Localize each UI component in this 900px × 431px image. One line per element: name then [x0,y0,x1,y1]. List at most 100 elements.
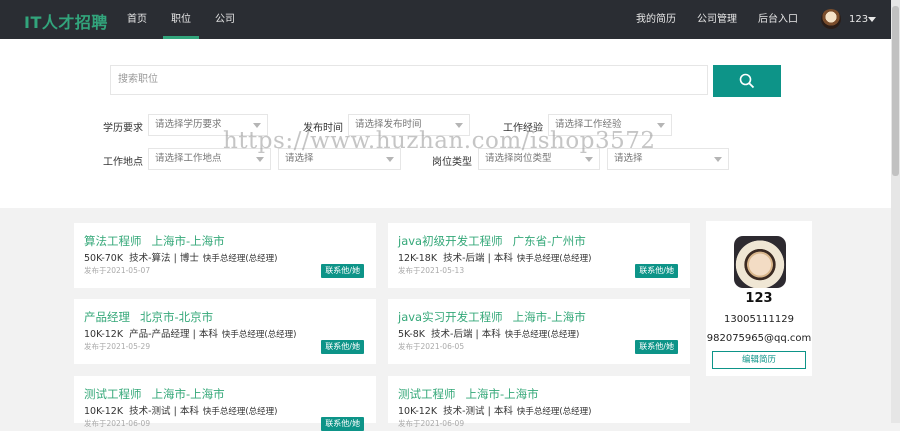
job-category: 技术-后端 [443,253,485,264]
job-salary: 5K-8K [398,329,425,340]
profile-name: 123 [745,291,773,306]
profile-email: 982075965@qq.com [706,333,812,344]
job-card[interactable]: java初级开发工程师 广东省-广州市 12K-18K 技术-后端 | 本科 快手总… [388,223,690,288]
search-icon [739,73,755,89]
filter-location-select[interactable]: 请选择工作地点 [148,148,271,170]
filter-location-sub-placeholder: 请选择 [285,153,314,164]
job-title-text: 产品经理 [84,310,130,324]
contact-button[interactable]: 联系他/她 [635,264,678,278]
job-company: 快手总经理(总经理) [202,407,278,417]
job-date: 发布于2021-06-09 [398,419,465,428]
page: IT人才招聘 首页 职位 公司 我的简历 公司管理 后台入口 123 搜索职位 … [0,0,891,431]
job-category: 技术-测试 [129,406,171,417]
nav-companies[interactable]: 公司 [215,0,235,39]
filter-job-type-label: 岗位类型 [432,157,472,168]
job-location: 上海市-上海市 [151,234,225,248]
job-location: 广东省-广州市 [512,234,586,248]
job-education: 本科 [493,253,513,264]
job-location: 上海市-上海市 [465,387,539,401]
job-title[interactable]: 产品经理 北京市-北京市 [84,309,213,325]
profile-phone: 13005111129 [724,314,794,325]
job-salary: 50K-70K [84,253,124,264]
filter-publish-time-select[interactable]: 请选择发布时间 [348,114,470,136]
job-education: 本科 [198,329,218,340]
filter-job-type-placeholder: 请选择岗位类型 [485,153,552,164]
job-title-text: 算法工程师 [84,234,142,248]
nav-admin-entry[interactable]: 后台入口 [758,0,798,39]
search-button[interactable] [713,65,781,97]
job-meta: 10K-12K 技术-测试 | 本科 快手总经理(总经理) [398,406,592,417]
job-card[interactable]: 产品经理 北京市-北京市 10K-12K 产品-产品经理 | 本科 快手总经理(总经… [74,299,376,364]
job-title-text: java实习开发工程师 [398,310,503,324]
job-card[interactable]: 测试工程师 上海市-上海市 10K-12K 技术-测试 | 本科 快手总经理(总经理… [74,376,376,431]
job-card[interactable]: 算法工程师 上海市-上海市 50K-70K 技术-算法 | 博士 快手总经理(总经理… [74,223,376,288]
search-panel: 搜索职位 学历要求 请选择学历要求 发布时间 请选择发布时间 工作经验 请选择工… [0,39,891,208]
edit-resume-button[interactable]: 编辑简历 [712,351,806,369]
filter-education-select[interactable]: 请选择学历要求 [148,114,268,136]
job-education: 本科 [179,406,199,417]
filter-location-label: 工作地点 [103,157,143,168]
job-card[interactable]: java实习开发工程师 上海市-上海市 5K-8K 技术-后端 | 本科 快手总经理… [388,299,690,364]
job-company: 快手总经理(总经理) [516,407,592,417]
job-company: 快手总经理(总经理) [504,330,580,340]
nav-my-resume[interactable]: 我的简历 [636,0,676,39]
filter-education-label: 学历要求 [103,123,143,134]
contact-button[interactable]: 联系他/她 [321,340,364,354]
contact-button[interactable]: 联系他/她 [321,417,364,431]
nav-company-manage[interactable]: 公司管理 [697,0,737,39]
job-category: 技术-后端 [431,329,473,340]
contact-button[interactable]: 联系他/她 [321,264,364,278]
user-name[interactable]: 123 [849,0,868,39]
job-title-text: java初级开发工程师 [398,234,503,248]
search-input[interactable]: 搜索职位 [110,65,708,95]
job-date: 发布于2021-06-09 [84,419,151,428]
chevron-down-icon[interactable] [868,17,876,22]
contact-button[interactable]: 联系他/她 [635,340,678,354]
job-meta: 5K-8K 技术-后端 | 本科 快手总经理(总经理) [398,329,580,340]
chevron-down-icon [253,123,261,128]
nav-jobs[interactable]: 职位 [163,0,199,39]
filter-location-sub-select[interactable]: 请选择 [278,148,401,170]
job-education: 博士 [179,253,199,264]
job-salary: 10K-12K [84,406,124,417]
job-date: 发布于2021-05-29 [84,342,151,351]
job-education: 本科 [481,329,501,340]
job-category: 技术-算法 [129,253,171,264]
job-company: 快手总经理(总经理) [202,254,278,264]
job-category: 产品-产品经理 [129,329,190,340]
job-salary: 10K-12K [84,329,124,340]
job-card[interactable]: 测试工程师 上海市-上海市 10K-12K 技术-测试 | 本科 快手总经理(总经理… [388,376,690,428]
site-logo[interactable]: IT人才招聘 [24,9,108,33]
job-title-text: 测试工程师 [84,387,142,401]
filter-job-type-sub-select[interactable]: 请选择 [607,148,729,170]
job-title[interactable]: 测试工程师 上海市-上海市 [84,386,225,402]
job-meta: 10K-12K 技术-测试 | 本科 快手总经理(总经理) [84,406,278,417]
job-location: 上海市-上海市 [151,387,225,401]
job-date: 发布于2021-05-13 [398,266,465,275]
chevron-down-icon [585,157,593,162]
job-title[interactable]: java实习开发工程师 上海市-上海市 [398,309,586,325]
job-meta: 10K-12K 产品-产品经理 | 本科 快手总经理(总经理) [84,329,297,340]
nav-home[interactable]: 首页 [127,0,147,39]
job-company: 快手总经理(总经理) [516,254,592,264]
chevron-down-icon [455,123,463,128]
filter-experience-select[interactable]: 请选择工作经验 [548,114,672,136]
chevron-down-icon [386,157,394,162]
job-title[interactable]: java初级开发工程师 广东省-广州市 [398,233,586,249]
chevron-down-icon [714,157,722,162]
scrollbar-thumb[interactable] [892,6,899,176]
chevron-down-icon [657,123,665,128]
job-title[interactable]: 测试工程师 上海市-上海市 [398,386,539,402]
chevron-down-icon [256,157,264,162]
filter-publish-time-placeholder: 请选择发布时间 [355,119,422,130]
job-company: 快手总经理(总经理) [221,330,297,340]
job-meta: 12K-18K 技术-后端 | 本科 快手总经理(总经理) [398,253,592,264]
filter-job-type-select[interactable]: 请选择岗位类型 [478,148,600,170]
scrollbar[interactable] [891,0,900,423]
job-title[interactable]: 算法工程师 上海市-上海市 [84,233,225,249]
job-location: 北京市-北京市 [140,310,214,324]
filter-location-placeholder: 请选择工作地点 [155,153,222,164]
job-title-text: 测试工程师 [398,387,456,401]
avatar[interactable] [821,9,841,29]
profile-avatar [734,236,786,288]
